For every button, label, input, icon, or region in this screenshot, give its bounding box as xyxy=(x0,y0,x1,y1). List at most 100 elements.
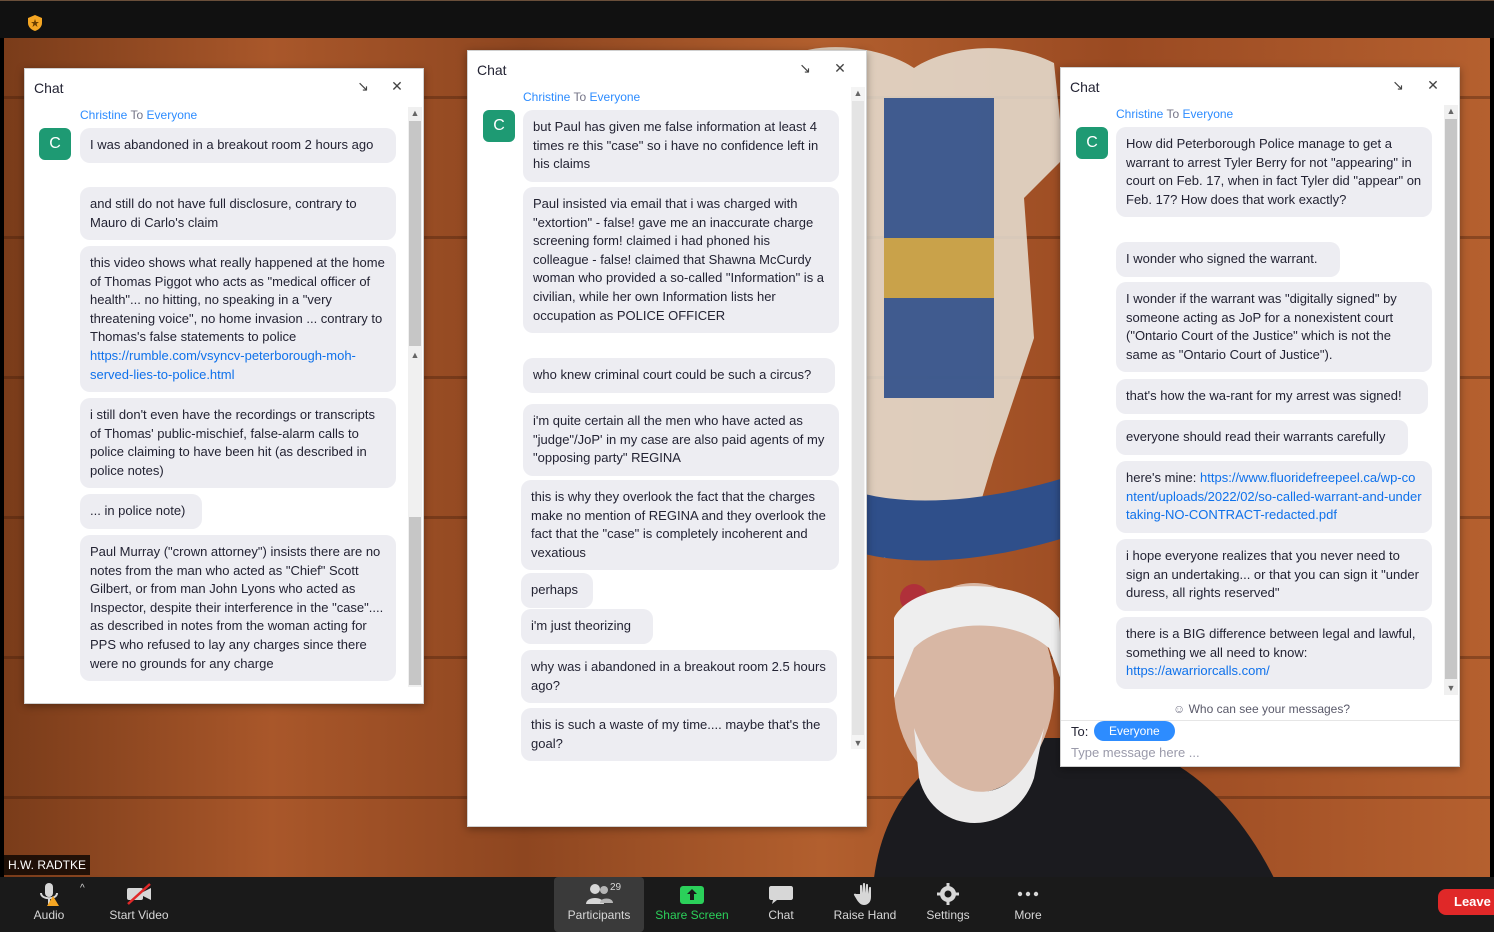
sender-line: Christine To Everyone xyxy=(1116,107,1233,121)
message-input[interactable] xyxy=(1071,743,1441,761)
chat-title: Chat xyxy=(477,62,507,78)
chat-scrollbar[interactable]: ▲ ▼ xyxy=(1444,105,1458,695)
leave-button[interactable]: Leave xyxy=(1438,889,1494,915)
close-icon[interactable]: ✕ xyxy=(1425,77,1441,93)
sender-name: Christine xyxy=(80,108,128,122)
chat-message: this is such a waste of my time.... mayb… xyxy=(521,708,837,762)
chat-header[interactable]: Chat ↘ ✕ xyxy=(468,51,866,87)
chat-message: who knew criminal court could be such a … xyxy=(523,358,835,393)
sender-line: Christine To Everyone xyxy=(80,108,197,122)
pop-in-icon[interactable]: ↘ xyxy=(355,78,371,94)
settings-label: Settings xyxy=(926,908,970,922)
sender-name: Christine xyxy=(523,90,571,104)
hand-icon xyxy=(853,882,871,905)
raise-hand-button[interactable]: Raise Hand xyxy=(830,877,900,932)
recipient-name: Everyone xyxy=(146,108,198,122)
participants-button[interactable]: 29 Participants xyxy=(554,877,644,932)
chat-message: i'm just theorizing xyxy=(521,609,653,644)
chat-message: why was i abandoned in a breakout room 2… xyxy=(521,650,837,704)
to-label: To: xyxy=(1071,724,1089,739)
scroll-up-icon[interactable]: ▲ xyxy=(851,87,865,99)
gear-icon xyxy=(937,883,959,905)
pop-in-icon[interactable]: ↘ xyxy=(797,60,813,76)
chat-message: this is why they overlook the fact that … xyxy=(521,480,839,571)
participants-label: Participants xyxy=(567,908,631,922)
share-screen-button[interactable]: Share Screen xyxy=(652,877,732,932)
people-icon: ☺ xyxy=(1173,702,1186,716)
chat-message: everyone should read their warrants care… xyxy=(1116,420,1408,455)
chat-panel-middle[interactable]: Chat ↘ ✕ Christine To Everyone C but Pau… xyxy=(467,50,867,827)
chat-header[interactable]: Chat ↘ ✕ xyxy=(25,69,423,105)
chat-panel-left[interactable]: Chat ↘ ✕ Christine To Everyone C I was a… xyxy=(24,68,424,704)
participant-name-tag: H.W. RADTKE xyxy=(4,855,91,875)
chat-message: and still do not have full disclosure, c… xyxy=(80,187,396,241)
scroll-up-icon[interactable]: ▲ xyxy=(408,349,422,361)
start-video-button[interactable]: Start Video xyxy=(106,877,172,932)
chat-title: Chat xyxy=(1070,79,1100,95)
scroll-thumb[interactable] xyxy=(852,101,864,735)
avatar: C xyxy=(1076,127,1108,159)
message-link[interactable]: https://rumble.com/vsyncv-peterborough-m… xyxy=(90,348,356,382)
chat-message: that's how the wa-rant for my arrest was… xyxy=(1116,379,1428,414)
chat-message: there is a BIG difference between legal … xyxy=(1116,617,1432,689)
participants-icon xyxy=(586,884,613,904)
scroll-up-icon[interactable]: ▲ xyxy=(408,107,422,119)
sender-to: To xyxy=(130,108,144,122)
meeting-toolbar: Audio ^ Start Video 29 Participants Shar… xyxy=(0,877,1494,932)
chat-message: ... in police note) xyxy=(80,494,202,529)
scroll-thumb[interactable] xyxy=(409,517,421,685)
who-can-see-label: Who can see your messages? xyxy=(1188,702,1351,716)
chat-scrollbar[interactable]: ▲ ▲ xyxy=(408,107,422,687)
chat-message: I was abandoned in a breakout room 2 hou… xyxy=(80,128,396,163)
chat-message: Paul insisted via email that i was charg… xyxy=(523,187,839,334)
audio-options-caret[interactable]: ^ xyxy=(80,883,85,894)
sender-line: Christine To Everyone xyxy=(523,90,640,104)
scroll-down-icon[interactable]: ▼ xyxy=(1444,682,1458,694)
recipient-dropdown[interactable]: Everyone xyxy=(1094,721,1175,741)
chat-message: Paul Murray ("crown attorney") insists t… xyxy=(80,535,396,682)
sender-to: To xyxy=(573,90,587,104)
who-can-see-messages[interactable]: ☺ Who can see your messages? xyxy=(1173,702,1350,716)
more-label: More xyxy=(1014,908,1042,922)
start-video-label: Start Video xyxy=(109,908,169,922)
scroll-thumb[interactable] xyxy=(1445,119,1457,679)
microphone-warning-icon xyxy=(40,883,59,906)
sender-name: Christine xyxy=(1116,107,1164,121)
recipient-name: Everyone xyxy=(589,90,641,104)
audio-label: Audio xyxy=(33,908,65,922)
chat-message: but Paul has given me false information … xyxy=(523,110,839,182)
chat-message: here's mine: https://www.fluoridefreepee… xyxy=(1116,461,1432,533)
shield-icon[interactable] xyxy=(28,15,42,31)
chat-message: How did Peterborough Police manage to ge… xyxy=(1116,127,1432,218)
chat-message: i hope everyone realizes that you never … xyxy=(1116,539,1432,611)
audio-button[interactable]: Audio xyxy=(24,877,74,932)
chat-header[interactable]: Chat ↘ ✕ xyxy=(1061,68,1459,104)
close-icon[interactable]: ✕ xyxy=(832,60,848,76)
scroll-up-icon[interactable]: ▲ xyxy=(1444,105,1458,117)
settings-button[interactable]: Settings xyxy=(922,877,974,932)
chat-scrollbar[interactable]: ▲ ▼ xyxy=(851,87,865,749)
raise-hand-label: Raise Hand xyxy=(833,908,897,922)
pop-in-icon[interactable]: ↘ xyxy=(1390,77,1406,93)
scroll-down-icon[interactable]: ▼ xyxy=(851,737,865,749)
scroll-thumb[interactable] xyxy=(409,121,421,346)
more-dots-icon xyxy=(1017,891,1039,897)
participant-count: 29 xyxy=(610,882,622,893)
chat-label: Chat xyxy=(768,908,794,922)
chat-panel-right[interactable]: Chat ↘ ✕ Christine To Everyone C How did… xyxy=(1060,67,1460,767)
chat-message: i'm quite certain all the men who have a… xyxy=(523,404,839,476)
recipient-name: Everyone xyxy=(1182,107,1234,121)
chat-message: perhaps xyxy=(521,573,593,608)
more-button[interactable]: More xyxy=(1006,877,1050,932)
sender-to: To xyxy=(1166,107,1180,121)
close-icon[interactable]: ✕ xyxy=(389,78,405,94)
chat-button[interactable]: Chat xyxy=(756,877,806,932)
avatar: C xyxy=(39,128,71,160)
share-screen-label: Share Screen xyxy=(655,908,729,922)
message-link[interactable]: https://awarriorcalls.com/ xyxy=(1126,663,1270,678)
chat-message: I wonder who signed the warrant. xyxy=(1116,242,1340,277)
avatar: C xyxy=(483,110,515,142)
chat-bubble-icon xyxy=(769,886,793,904)
chat-title: Chat xyxy=(34,80,64,96)
meeting-top-bar xyxy=(0,0,1494,38)
